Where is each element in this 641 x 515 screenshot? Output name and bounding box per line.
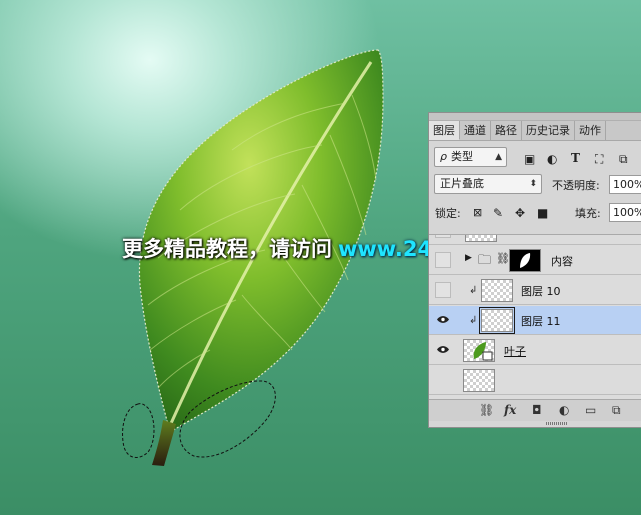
lock-all-icon[interactable]: ■	[537, 206, 548, 220]
lock-label: 锁定:	[435, 207, 461, 220]
visibility-toggle[interactable]	[435, 342, 451, 358]
layer-name: 叶子	[504, 345, 526, 358]
lock-transparent-icon[interactable]: ⊠	[473, 206, 482, 220]
folder-icon: 🗀	[478, 253, 492, 268]
lock-paint-icon[interactable]: ✎	[493, 206, 503, 220]
layer-row-partial[interactable]	[429, 235, 641, 245]
layer-thumbnail	[463, 339, 495, 362]
visibility-toggle[interactable]	[435, 282, 451, 298]
fx-icon[interactable]: fx	[504, 403, 516, 417]
visibility-toggle[interactable]	[435, 372, 451, 388]
clipping-arrow-icon: ↲	[469, 315, 478, 326]
layer-row-group[interactable]: ▶ 🗀 ⛓ 内容	[429, 246, 641, 275]
adjustment-filter-icon[interactable]: ◐	[547, 152, 557, 166]
visibility-toggle[interactable]	[435, 312, 451, 328]
visibility-toggle[interactable]	[435, 252, 451, 268]
layer-name: 图层 10	[521, 285, 561, 298]
blend-mode-value: 正片叠底	[440, 177, 484, 190]
fill-input[interactable]: 100%	[609, 203, 641, 222]
shape-filter-icon[interactable]: ⛶	[595, 152, 603, 166]
filter-kind-dropdown[interactable]: ρ 类型 ▲	[434, 147, 507, 167]
layers-bottom-bar: ⛓ fx ◘ ◐ ▭ ⧉	[429, 399, 641, 421]
new-layer-icon[interactable]: ⧉	[612, 403, 621, 418]
opacity-label: 不透明度:	[552, 179, 600, 192]
layer-name: 内容	[551, 255, 573, 268]
lock-position-icon[interactable]: ✥	[515, 206, 525, 220]
layer-thumbnail	[481, 279, 513, 302]
filter-search-glyph: ρ	[440, 150, 447, 163]
layer-thumbnail	[465, 235, 497, 242]
blend-row: 正片叠底 ⬍ 不透明度: 100%	[429, 173, 641, 197]
eye-icon	[437, 346, 449, 353]
panel-tabs: 图层 通道 路径 历史记录 动作	[429, 121, 641, 141]
layer-thumbnail	[479, 307, 515, 334]
mask-icon[interactable]: ◘	[532, 403, 542, 417]
link-icon[interactable]: ⛓	[479, 403, 494, 417]
filter-kind-label: 类型	[450, 150, 473, 163]
smart-object-filter-icon[interactable]: ⧉	[619, 152, 628, 166]
panel-header-strip[interactable]	[429, 113, 641, 121]
lock-row: 锁定: ⊠ ✎ ✥ ■ 填充: 100%	[429, 201, 641, 225]
layers-list: ▶ 🗀 ⛓ 内容 ↲ 图层 10 ↲ 图层 11 叶子	[429, 234, 641, 399]
banner-text: 更多精品教程，请访问	[122, 237, 332, 261]
link-chain-icon[interactable]: ⛓	[496, 252, 510, 265]
layers-panel: 图层 通道 路径 历史记录 动作 ρ 类型 ▲ ▣ ◐ T ⛶ ⧉ 正片叠底 ⬍ …	[428, 112, 641, 428]
tab-actions[interactable]: 动作	[575, 121, 606, 140]
layer-thumbnail	[463, 369, 495, 392]
layer-name: 图层 11	[521, 315, 561, 328]
type-filter-icon[interactable]: T	[571, 151, 580, 165]
layer-row-partial-bottom[interactable]	[429, 366, 641, 395]
image-filter-icon[interactable]: ▣	[524, 152, 535, 166]
caret-right-icon[interactable]: ▶	[465, 253, 472, 263]
mask-thumbnail	[509, 249, 541, 272]
adjustment-icon[interactable]: ◐	[559, 403, 569, 417]
eye-icon	[437, 316, 449, 323]
opacity-input[interactable]: 100%	[609, 175, 641, 194]
tab-paths[interactable]: 路径	[491, 121, 522, 140]
fill-label: 填充:	[575, 207, 601, 220]
chevron-down-icon: ▲	[495, 152, 502, 162]
clipping-arrow-icon: ↲	[469, 285, 478, 296]
layer-row-10[interactable]: ↲ 图层 10	[429, 276, 641, 305]
tab-layers[interactable]: 图层	[429, 121, 460, 140]
filter-row: ρ 类型 ▲ ▣ ◐ T ⛶ ⧉	[429, 145, 641, 169]
chevron-down-icon: ⬍	[529, 179, 537, 189]
blend-mode-dropdown[interactable]: 正片叠底 ⬍	[434, 174, 542, 194]
tab-channels[interactable]: 通道	[460, 121, 491, 140]
layer-row-11[interactable]: ↲ 图层 11	[429, 306, 641, 335]
folder-icon[interactable]: ▭	[585, 403, 596, 417]
panel-resize-grip[interactable]	[546, 422, 568, 425]
visibility-toggle[interactable]	[435, 235, 451, 238]
tab-history[interactable]: 历史记录	[522, 121, 575, 140]
layer-row-leaf[interactable]: 叶子	[429, 336, 641, 365]
